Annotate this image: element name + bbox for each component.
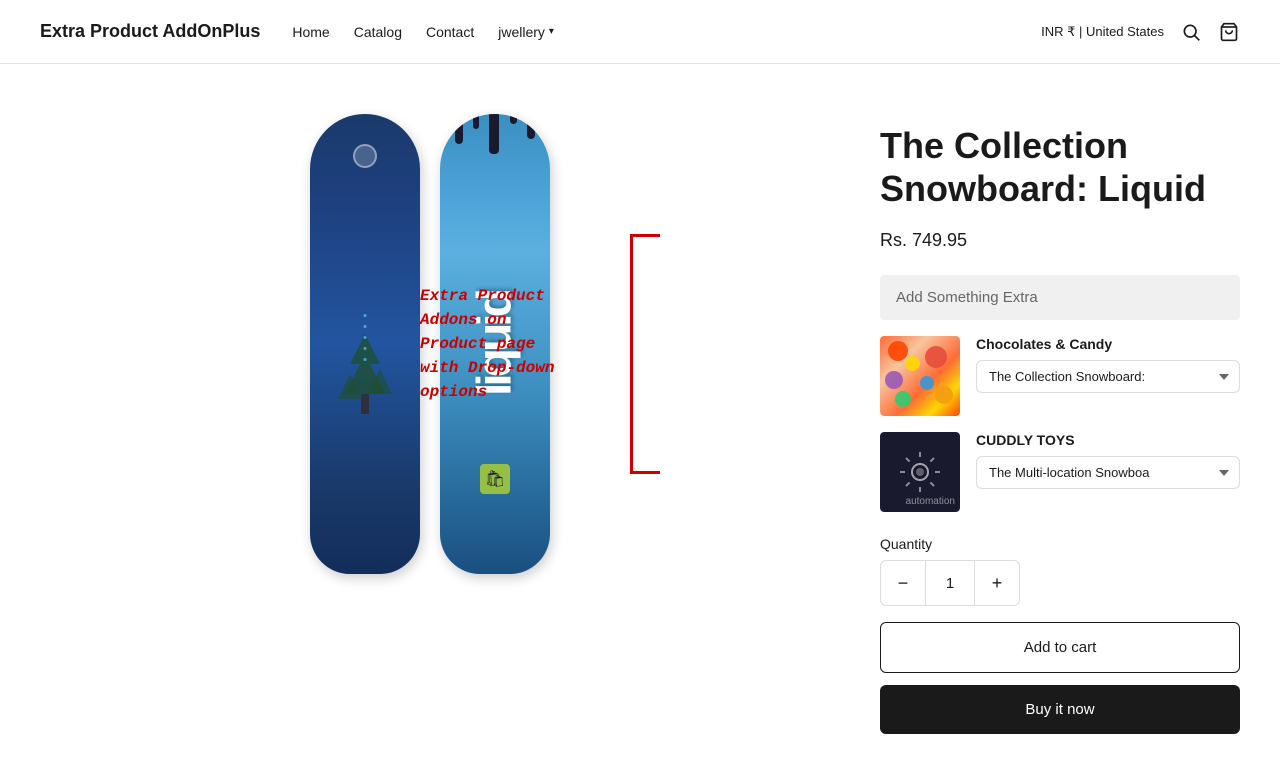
addon-section: Add Something Extra Ch (880, 275, 1240, 512)
snowboard-1 (310, 114, 420, 574)
header-right: INR ₹ | United States (1041, 21, 1240, 43)
addon-toys-select[interactable]: The Multi-location Snowboa (976, 456, 1240, 489)
addon-item-toys: automation CUDDLY TOYS The Multi-locatio… (880, 432, 1240, 512)
annotation-text: Extra Product Addons on Product page wit… (420, 284, 620, 404)
red-bracket (630, 234, 660, 474)
nav-home[interactable]: Home (292, 24, 329, 40)
toys-thumbnail: automation (880, 432, 960, 512)
quantity-value: 1 (925, 561, 975, 605)
addon-toys-name: CUDDLY TOYS (976, 432, 1240, 448)
quantity-control: − 1 + (880, 560, 1020, 606)
cart-icon[interactable] (1218, 21, 1240, 43)
addon-candy-select[interactable]: The Collection Snowboard: (976, 360, 1240, 393)
addon-candy-image (880, 336, 960, 416)
currency-region-button[interactable]: INR ₹ | United States (1041, 24, 1164, 40)
candy-thumbnail (880, 336, 960, 416)
brand-logo[interactable]: Extra Product AddOnPlus (40, 21, 260, 42)
addon-toys-image: automation (880, 432, 960, 512)
product-details: The Collection Snowboard: Liquid Rs. 749… (880, 104, 1240, 734)
snowboards-display: liquid 🛍 Extra Product Addons on Product… (190, 104, 670, 604)
main-content: liquid 🛍 Extra Product Addons on Product… (0, 64, 1280, 774)
nav-contact[interactable]: Contact (426, 24, 474, 40)
header-left: Extra Product AddOnPlus Home Catalog Con… (40, 21, 554, 42)
product-images: liquid 🛍 Extra Product Addons on Product… (40, 104, 820, 734)
product-title: The Collection Snowboard: Liquid (880, 124, 1240, 210)
quantity-increase-button[interactable]: + (975, 561, 1019, 605)
search-icon[interactable] (1180, 21, 1202, 43)
addon-header: Add Something Extra (880, 275, 1240, 320)
site-header: Extra Product AddOnPlus Home Catalog Con… (0, 0, 1280, 64)
shopify-badge: 🛍 (480, 464, 510, 494)
product-price: Rs. 749.95 (880, 230, 1240, 251)
addon-candy-name: Chocolates & Candy (976, 336, 1240, 352)
quantity-label: Quantity (880, 536, 1240, 552)
main-nav: Home Catalog Contact jwellery ▾ (292, 24, 554, 40)
drips-decoration (440, 114, 550, 154)
chevron-down-icon: ▾ (549, 26, 554, 37)
add-to-cart-button[interactable]: Add to cart (880, 622, 1240, 673)
quantity-decrease-button[interactable]: − (881, 561, 925, 605)
quantity-section: Quantity − 1 + (880, 536, 1240, 606)
addon-item-candy: Chocolates & Candy The Collection Snowbo… (880, 336, 1240, 416)
addon-candy-info: Chocolates & Candy The Collection Snowbo… (976, 336, 1240, 393)
nav-jewelry[interactable]: jwellery ▾ (498, 24, 554, 40)
buy-now-button[interactable]: Buy it now (880, 685, 1240, 734)
nav-catalog[interactable]: Catalog (354, 24, 402, 40)
addon-toys-info: CUDDLY TOYS The Multi-location Snowboa (976, 432, 1240, 489)
